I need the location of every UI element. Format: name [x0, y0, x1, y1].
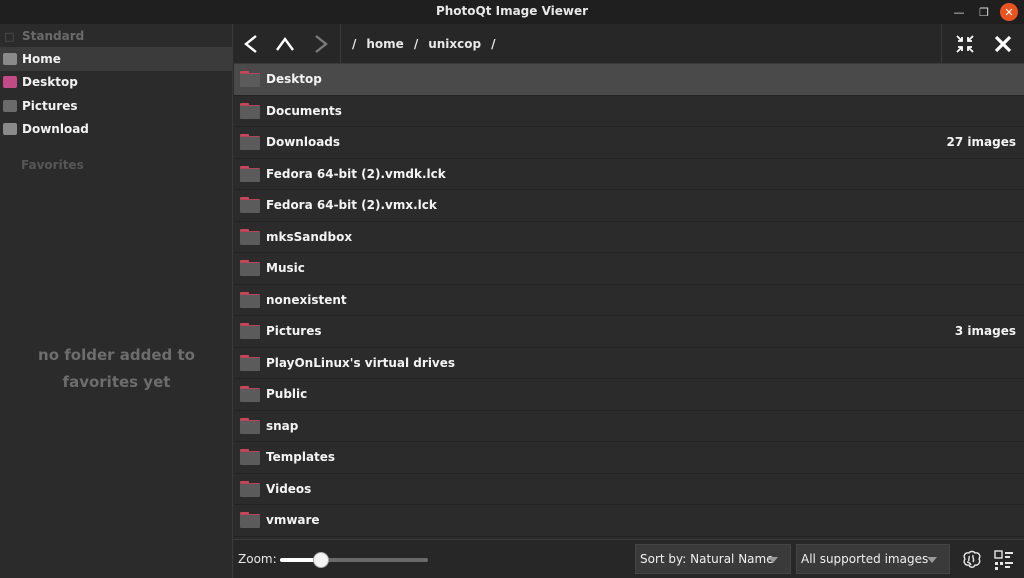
brain-icon[interactable]: [960, 548, 984, 572]
folder-icon: [240, 291, 260, 308]
list-item[interactable]: Videos: [234, 474, 1024, 505]
list-item[interactable]: Fedora 64-bit (2).vmdk.lck: [234, 159, 1024, 190]
breadcrumb-separator: /: [413, 37, 419, 51]
sort-dropdown-label: Sort by: Natural Name: [640, 552, 774, 566]
sort-dropdown[interactable]: Sort by: Natural Name: [635, 544, 791, 574]
folder-name: Fedora 64-bit (2).vmdk.lck: [266, 166, 446, 181]
folder-name: PlayOnLinux's virtual drives: [266, 355, 456, 370]
chevron-down-icon: [768, 557, 778, 563]
folder-icon: [3, 76, 17, 89]
list-item[interactable]: Documents: [234, 96, 1024, 127]
folder-name: Music: [266, 261, 305, 276]
folder-name: mksSandbox: [266, 229, 353, 244]
chevron-down-icon: [927, 557, 937, 563]
standard-icon: □: [4, 29, 15, 43]
list-item[interactable]: Pictures 3 images: [234, 316, 1024, 348]
sidebar-item-desktop[interactable]: Desktop: [0, 71, 232, 95]
standard-header: □ Standard: [0, 24, 232, 47]
sidebar-item-label: Download: [22, 122, 89, 137]
up-arrow-icon[interactable]: [268, 24, 302, 64]
folder-icon: [240, 354, 260, 371]
folder-name: snap: [266, 418, 299, 433]
list-item[interactable]: nonexistent: [234, 285, 1024, 316]
list-item[interactable]: vmware: [234, 505, 1024, 537]
standard-label: Standard: [22, 28, 85, 43]
minimize-icon[interactable]: —: [950, 3, 968, 21]
zoom-label: Zoom:: [238, 552, 277, 566]
nav-separator: [340, 24, 341, 64]
folder-list: Desktop Documents Downloads 27 images Fedora…: [234, 64, 1024, 539]
folder-icon: [240, 228, 260, 245]
breadcrumb-home[interactable]: home: [366, 37, 403, 51]
close-icon[interactable]: ✕: [1000, 3, 1018, 21]
breadcrumb-unixcop[interactable]: unixcop: [428, 37, 481, 51]
maximize-icon[interactable]: ❐: [975, 3, 993, 21]
folder-icon: [3, 123, 17, 136]
folder-icon: [240, 386, 260, 403]
folder-name: nonexistent: [266, 292, 347, 307]
image-count: 3 images: [954, 324, 1016, 339]
list-item[interactable]: snap: [234, 411, 1024, 442]
folder-icon: [3, 52, 17, 65]
list-item[interactable]: Templates: [234, 442, 1024, 474]
window-title: PhotoQt Image Viewer: [435, 4, 589, 18]
sidebar-item-label: Desktop: [22, 75, 78, 90]
folder-name: Downloads: [266, 135, 341, 150]
back-arrow-icon[interactable]: [234, 24, 268, 64]
folder-icon: [240, 71, 260, 88]
breadcrumb: / home / unixcop /: [352, 24, 506, 64]
places-sidebar: □ Standard Home Desktop Pictures Download F…: [0, 24, 233, 578]
navigation-bar: / home / unixcop /: [234, 24, 1024, 64]
folder-name: Pictures: [266, 324, 322, 339]
folder-name: Desktop: [266, 72, 322, 87]
favorites-empty-message: no folder added to favorites yet: [38, 346, 195, 391]
list-item[interactable]: Public: [234, 379, 1024, 411]
breadcrumb-separator: /: [491, 37, 496, 51]
folder-name: vmware: [266, 513, 320, 528]
list-item[interactable]: Downloads 27 images: [234, 127, 1024, 159]
list-item[interactable]: mksSandbox: [234, 222, 1024, 253]
bottom-bar: Zoom: Sort by: Natural Name All supporte…: [234, 539, 1024, 578]
sidebar-item-pictures[interactable]: Pictures: [0, 94, 232, 118]
folder-icon: [240, 512, 260, 529]
filter-dropdown-label: All supported images: [801, 552, 929, 566]
window-titlebar: PhotoQt Image Viewer — ❐ ✕: [0, 0, 1024, 24]
view-mode-icon[interactable]: [992, 548, 1016, 572]
folder-icon: [240, 197, 260, 214]
folder-icon: [240, 449, 260, 466]
collapse-icon[interactable]: [948, 24, 982, 64]
breadcrumb-root[interactable]: /: [352, 37, 356, 51]
list-item[interactable]: Fedora 64-bit (2).vmx.lck: [234, 190, 1024, 222]
list-item[interactable]: Music: [234, 253, 1024, 285]
folder-name: Videos: [266, 481, 312, 496]
folder-icon: [3, 99, 17, 112]
zoom-slider[interactable]: [280, 552, 428, 568]
sidebar-item-label: Home: [22, 51, 61, 66]
folder-name: Fedora 64-bit (2).vmx.lck: [266, 198, 437, 213]
sidebar-item-label: Pictures: [22, 98, 78, 113]
close-icon[interactable]: [986, 24, 1020, 64]
folder-icon: [240, 480, 260, 497]
folder-icon: [240, 417, 260, 434]
folder-icon: [240, 260, 260, 277]
folder-icon: [240, 165, 260, 182]
zoom-slider-handle[interactable]: [313, 552, 330, 568]
forward-arrow-icon[interactable]: [304, 24, 338, 64]
sidebar-item-home[interactable]: Home: [0, 47, 232, 71]
nav-separator: [941, 24, 942, 64]
folder-icon: [240, 323, 260, 340]
folder-name: Documents: [266, 103, 342, 118]
folder-icon: [240, 134, 260, 151]
favorites-header: Favorites: [21, 157, 84, 172]
filter-dropdown[interactable]: All supported images: [796, 544, 950, 574]
folder-icon: [240, 102, 260, 119]
image-count: 27 images: [946, 135, 1016, 150]
folder-name: Public: [266, 387, 308, 402]
list-item[interactable]: Desktop: [234, 64, 1024, 96]
sidebar-item-download[interactable]: Download: [0, 118, 232, 142]
list-item[interactable]: PlayOnLinux's virtual drives: [234, 348, 1024, 379]
folder-name: Templates: [266, 450, 336, 465]
